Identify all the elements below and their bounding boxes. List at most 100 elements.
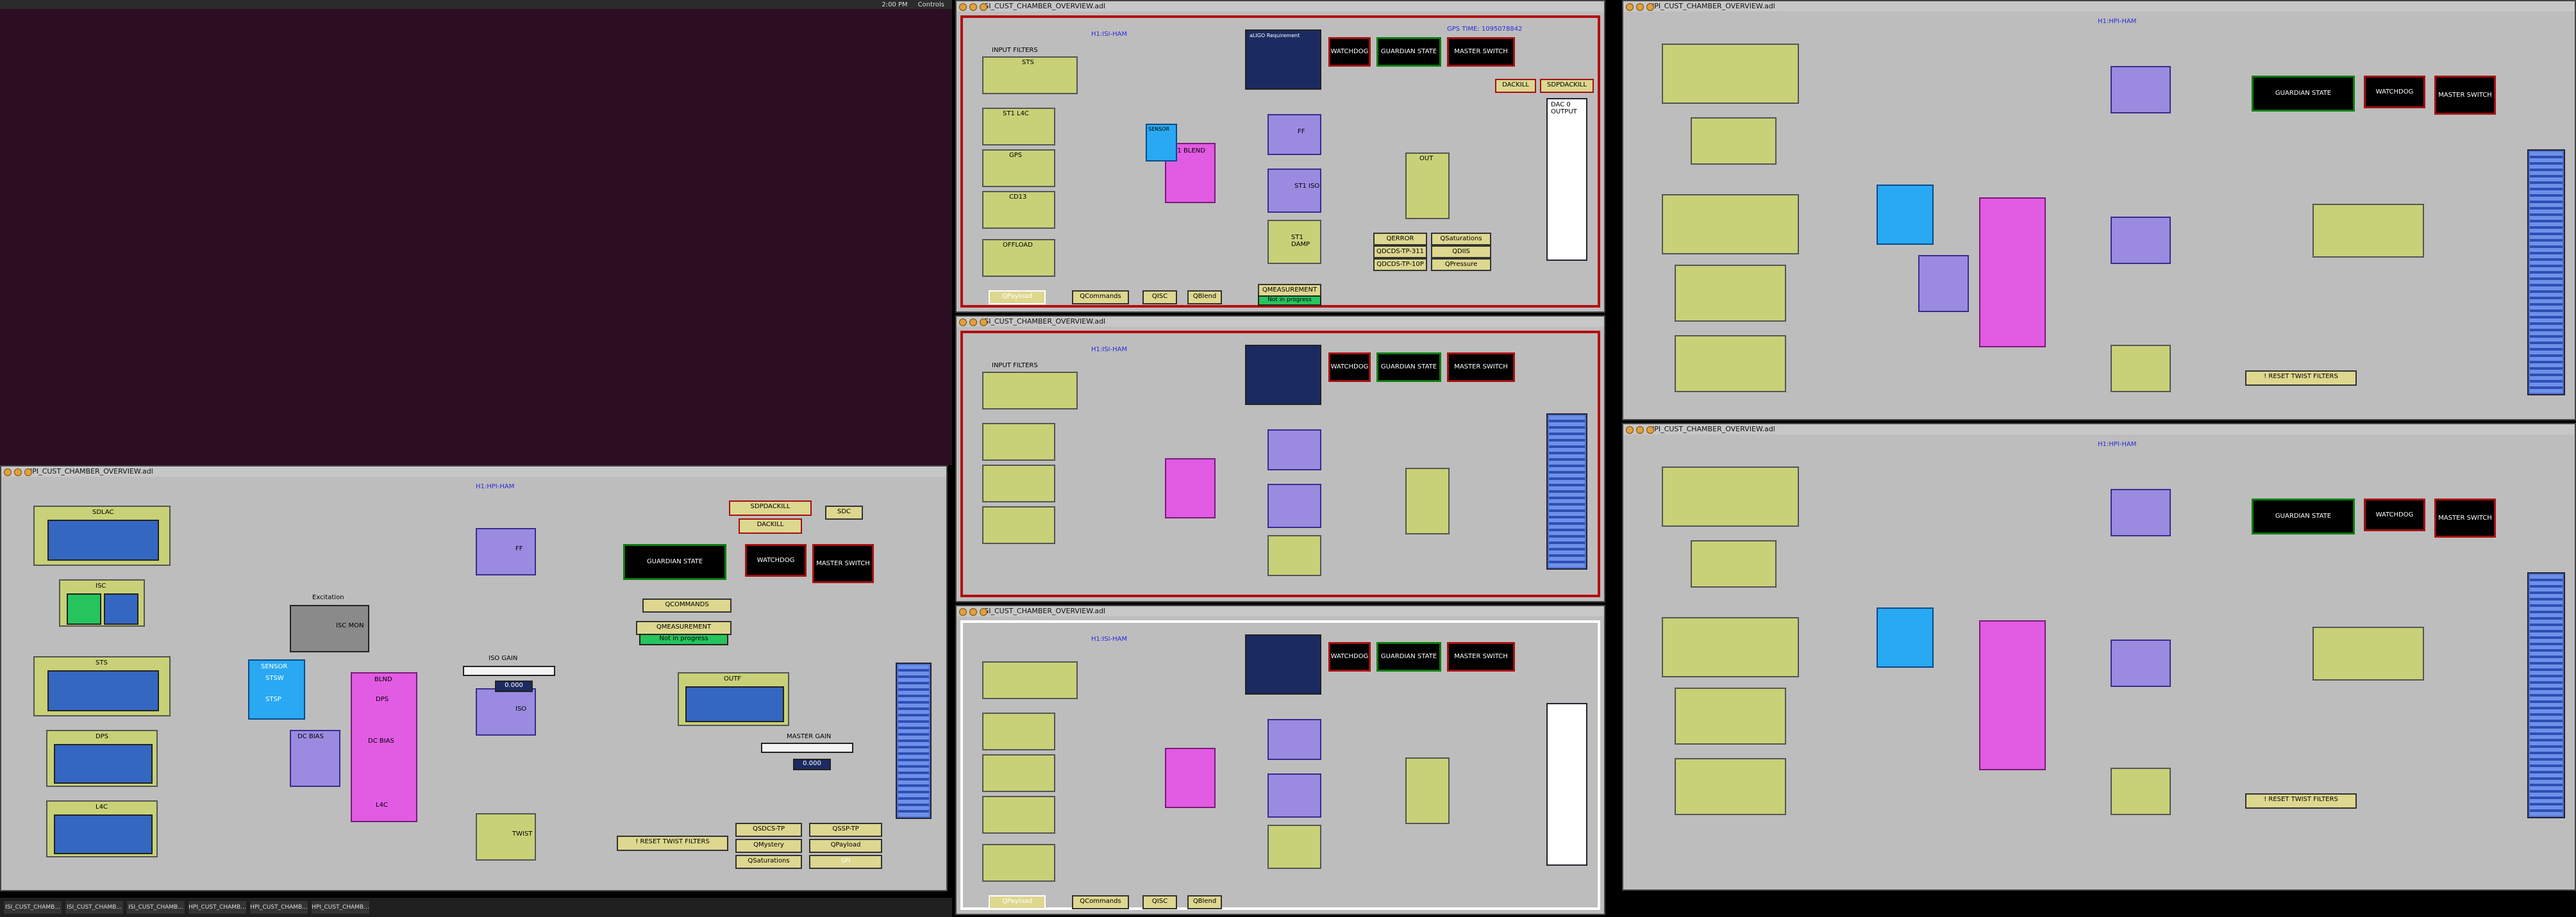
cd13-filter[interactable] bbox=[982, 506, 1055, 544]
outf-block[interactable]: OUTF bbox=[678, 672, 789, 726]
st1-iso-block[interactable]: ST1 ISO bbox=[1267, 169, 1321, 213]
isc-button[interactable]: QISC bbox=[1142, 290, 1177, 304]
taskbar-item[interactable]: HPI_CUST_CHAMB... bbox=[312, 901, 369, 914]
sts-matrix[interactable] bbox=[47, 670, 159, 711]
out-block[interactable]: OUT bbox=[1405, 153, 1450, 219]
watchdog-button[interactable]: WATCHDOG bbox=[1328, 642, 1371, 672]
minimize-icon[interactable] bbox=[969, 318, 977, 326]
st1-damp-block[interactable] bbox=[1267, 535, 1321, 576]
maximize-icon[interactable] bbox=[980, 3, 987, 11]
outf-block[interactable] bbox=[2313, 627, 2424, 681]
blend-block[interactable]: BLND DPS DC BIAS L4C bbox=[351, 672, 417, 822]
ff-block[interactable] bbox=[2111, 489, 2171, 536]
dackill-button[interactable]: DACKILL bbox=[1495, 79, 1536, 93]
master-gain-value[interactable]: 0.000 bbox=[793, 759, 831, 770]
dps-filter[interactable] bbox=[1675, 265, 1786, 322]
sts-filter[interactable] bbox=[982, 661, 1078, 699]
requirement-panel[interactable] bbox=[1245, 345, 1321, 405]
ff-block[interactable]: FF bbox=[476, 528, 536, 575]
sts-filter[interactable] bbox=[1662, 194, 1799, 254]
close-icon[interactable] bbox=[959, 3, 967, 11]
sensor-block[interactable]: SENSOR bbox=[1146, 124, 1177, 161]
payload-button[interactable]: QPayload bbox=[989, 895, 1046, 909]
st1l4c-filter[interactable]: ST1 L4C bbox=[982, 108, 1055, 145]
taskbar-item[interactable]: ISI_CUST_CHAMB... bbox=[127, 901, 185, 914]
minimize-icon[interactable] bbox=[14, 468, 22, 476]
close-icon[interactable] bbox=[1626, 3, 1634, 11]
guardian-state[interactable]: GUARDIAN STATE bbox=[2252, 499, 2355, 534]
controls-menu[interactable]: Controls bbox=[918, 1, 944, 8]
dc-bias-block[interactable] bbox=[1918, 255, 1969, 312]
out-block[interactable] bbox=[1405, 468, 1450, 534]
l4c-filter[interactable]: L4C bbox=[46, 800, 158, 857]
sdlac-matrix[interactable] bbox=[47, 520, 159, 561]
terminal-window[interactable] bbox=[0, 9, 952, 465]
dc-bias-block[interactable]: DC BIAS bbox=[290, 730, 340, 787]
l4c-matrix[interactable] bbox=[54, 814, 153, 854]
reset-twist-button[interactable]: ! RESET TWIST FILTERS bbox=[2245, 793, 2357, 809]
taskbar-item[interactable]: HPI_CUST_CHAMB... bbox=[188, 901, 246, 914]
minimize-icon[interactable] bbox=[1636, 3, 1644, 11]
measure-button[interactable]: QMEASUREMENT bbox=[1258, 284, 1321, 297]
st1-blend[interactable] bbox=[1165, 458, 1216, 518]
twist-block[interactable] bbox=[2111, 345, 2171, 392]
titlebar[interactable]: HPI_CUST_CHAMBER_OVERVIEW.adl bbox=[1623, 424, 2575, 434]
guardian-state[interactable]: GUARDIAN STATE bbox=[2252, 76, 2355, 112]
master-switch-button[interactable]: MASTER SWITCH bbox=[1447, 37, 1515, 67]
commands-button[interactable]: QCommands bbox=[1072, 290, 1129, 304]
taskbar-item[interactable]: HPI_CUST_CHAMB... bbox=[250, 901, 308, 914]
master-switch-button[interactable]: MASTER SWITCH bbox=[2434, 76, 2496, 115]
blend-button[interactable]: QBlend bbox=[1187, 290, 1222, 304]
minimize-icon[interactable] bbox=[969, 608, 977, 616]
master-gain-slider[interactable] bbox=[761, 743, 853, 753]
gps-filter[interactable]: GPS bbox=[982, 149, 1055, 187]
titlebar[interactable]: ISI_CUST_CHAMBER_OVERVIEW.adl bbox=[957, 1, 1604, 12]
guardian-state[interactable]: GUARDIAN STATE bbox=[1376, 642, 1441, 672]
cd13-filter[interactable] bbox=[982, 796, 1055, 834]
reset-twist-button[interactable]: ! RESET TWIST FILTERS bbox=[2245, 370, 2357, 386]
titlebar[interactable]: HPI_CUST_CHAMBER_OVERVIEW.adl bbox=[1, 467, 946, 477]
sdpdackill-button[interactable]: SDPDACKILL bbox=[729, 500, 812, 516]
watchdog-button[interactable]: WATCHDOG bbox=[1328, 352, 1371, 382]
sts-filter[interactable]: STS bbox=[33, 656, 171, 716]
guardian-state[interactable]: GUARDIAN STATE bbox=[1376, 37, 1441, 67]
isc-mon-block[interactable]: ISC MON bbox=[290, 605, 369, 652]
watchdog-button[interactable]: WATCHDOG bbox=[1328, 37, 1371, 67]
titlebar[interactable]: ISI_CUST_CHAMBER_OVERVIEW.adl bbox=[957, 317, 1604, 327]
gps-filter[interactable] bbox=[982, 465, 1055, 502]
payload-button[interactable]: QPayload bbox=[809, 839, 882, 853]
sensor-block[interactable] bbox=[1877, 607, 1934, 668]
blend-block[interactable] bbox=[1979, 197, 2046, 347]
out-block[interactable] bbox=[1405, 757, 1450, 824]
st1-damp-block[interactable]: ST1 DAMP bbox=[1267, 220, 1321, 264]
st1-iso-block[interactable] bbox=[1267, 484, 1321, 528]
measurement-button[interactable]: QMEASUREMENT bbox=[636, 621, 732, 635]
iso-gain-value[interactable]: 0.000 bbox=[495, 681, 533, 692]
taskbar-item[interactable]: ISI_CUST_CHAMB... bbox=[4, 901, 62, 914]
sdcs-button[interactable]: QSDCS-TP bbox=[735, 823, 802, 837]
master-switch-button[interactable]: MASTER SWITCH bbox=[1447, 352, 1515, 382]
maximize-icon[interactable] bbox=[1646, 3, 1654, 11]
maximize-icon[interactable] bbox=[1646, 426, 1654, 434]
watchdog-button[interactable]: WATCHDOG bbox=[745, 544, 807, 577]
watchdog-button[interactable]: WATCHDOG bbox=[2364, 499, 2425, 531]
mystery-button[interactable]: QMystery bbox=[735, 839, 802, 853]
iso-block[interactable] bbox=[2111, 640, 2171, 687]
guardian-state[interactable]: GUARDIAN STATE bbox=[1376, 352, 1441, 382]
titlebar[interactable]: HPI_CUST_CHAMBER_OVERVIEW.adl bbox=[1623, 1, 2575, 12]
dps-filter[interactable]: DPS bbox=[46, 730, 158, 787]
sts-filter[interactable] bbox=[1662, 617, 1799, 677]
cdd2-button[interactable]: QDCDS-TP-10P bbox=[1373, 258, 1427, 271]
ssp-button[interactable]: QSSP-TP bbox=[809, 823, 882, 837]
sdlac-filter[interactable] bbox=[1662, 44, 1799, 104]
iso-block[interactable]: ISO bbox=[476, 688, 536, 736]
dackill-button[interactable]: DACKILL bbox=[739, 518, 802, 534]
close-icon[interactable] bbox=[959, 608, 967, 616]
offload-filter[interactable] bbox=[982, 844, 1055, 882]
minimize-icon[interactable] bbox=[1636, 426, 1644, 434]
close-icon[interactable] bbox=[959, 318, 967, 326]
cdd-button[interactable]: QDCDS-TP-311 bbox=[1373, 245, 1427, 258]
watchdog-button[interactable]: WATCHDOG bbox=[2364, 76, 2425, 108]
dps-filter[interactable] bbox=[1675, 688, 1786, 745]
st1l4c-filter[interactable] bbox=[982, 713, 1055, 750]
